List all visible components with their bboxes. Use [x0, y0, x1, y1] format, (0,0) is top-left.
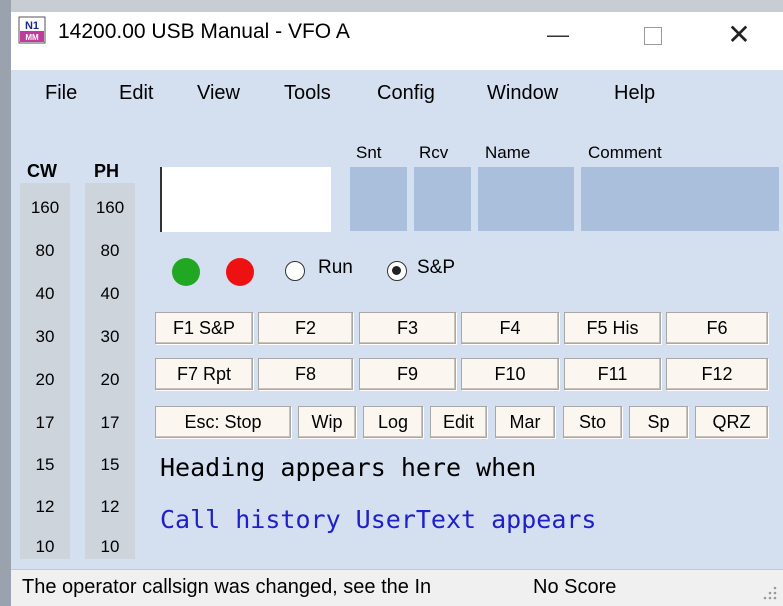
close-button[interactable]: ✕: [717, 16, 761, 56]
spot-button[interactable]: Sp: [629, 406, 688, 438]
ph-header: PH: [94, 161, 120, 181]
window-title: 14200.00 USB Manual - VFO A: [58, 20, 350, 43]
menu-help[interactable]: Help: [614, 82, 655, 105]
cw-band-40[interactable]: 40: [20, 284, 70, 304]
mark-button[interactable]: Mar: [495, 406, 555, 438]
cw-band-17[interactable]: 17: [20, 413, 70, 433]
ph-band-30[interactable]: 30: [85, 327, 135, 347]
comment-label: Comment: [588, 143, 662, 162]
f11-button[interactable]: F11: [564, 358, 661, 390]
sp-radio-label[interactable]: S&P: [417, 257, 455, 279]
ph-band-80[interactable]: 80: [85, 241, 135, 261]
heading-info-text: Heading appears here when: [160, 453, 537, 482]
edit-button[interactable]: Edit: [430, 406, 487, 438]
f9-button[interactable]: F9: [359, 358, 456, 390]
qrz-button[interactable]: QRZ: [695, 406, 768, 438]
f4-button[interactable]: F4: [461, 312, 559, 344]
rcv-label: Rcv: [419, 143, 449, 162]
callsign-input[interactable]: [160, 167, 331, 232]
ph-band-10[interactable]: 10: [85, 537, 135, 557]
maximize-button[interactable]: [632, 18, 672, 54]
ph-band-15[interactable]: 15: [85, 455, 135, 475]
sp-radio[interactable]: [387, 261, 407, 281]
ph-band-160[interactable]: 160: [85, 198, 135, 218]
name-field[interactable]: [478, 167, 574, 231]
red-status-led: [226, 258, 254, 286]
run-radio-label[interactable]: Run: [318, 257, 353, 279]
window-top-edge: [0, 0, 783, 12]
score-display: No Score: [533, 576, 617, 598]
window-left-edge: [0, 0, 11, 606]
f2-button[interactable]: F2: [258, 312, 353, 344]
menu-edit[interactable]: Edit: [119, 82, 153, 105]
f10-button[interactable]: F10: [461, 358, 559, 390]
f12-button[interactable]: F12: [666, 358, 768, 390]
n1mm-logo-icon: N1 MM: [18, 16, 46, 44]
wipe-button[interactable]: Wip: [298, 406, 356, 438]
f3-button[interactable]: F3: [359, 312, 456, 344]
menu-config[interactable]: Config: [377, 82, 435, 105]
menu-file[interactable]: File: [45, 82, 77, 105]
maximize-icon: [644, 27, 662, 45]
green-status-led: [172, 258, 200, 286]
svg-text:N1: N1: [25, 20, 39, 32]
cw-band-20[interactable]: 20: [20, 370, 70, 390]
f7-button[interactable]: F7 Rpt: [155, 358, 253, 390]
status-message: The operator callsign was changed, see t…: [22, 576, 432, 598]
f6-button[interactable]: F6: [666, 312, 768, 344]
sp-radio-selected-dot: [392, 266, 401, 275]
ph-band-20[interactable]: 20: [85, 370, 135, 390]
resize-grip-icon[interactable]: [760, 583, 778, 601]
cw-band-10[interactable]: 10: [20, 537, 70, 557]
ph-band-17[interactable]: 17: [85, 413, 135, 433]
menu-window[interactable]: Window: [487, 82, 558, 105]
ph-band-12[interactable]: 12: [85, 497, 135, 517]
snt-label: Snt: [356, 143, 382, 162]
run-radio[interactable]: [285, 261, 305, 281]
store-button[interactable]: Sto: [563, 406, 622, 438]
f8-button[interactable]: F8: [258, 358, 353, 390]
cw-band-12[interactable]: 12: [20, 497, 70, 517]
call-history-text: Call history UserText appears: [160, 505, 597, 534]
menu-view[interactable]: View: [197, 82, 240, 105]
cw-band-160[interactable]: 160: [20, 198, 70, 218]
snt-field[interactable]: [350, 167, 407, 231]
esc-stop-button[interactable]: Esc: Stop: [155, 406, 291, 438]
svg-text:MM: MM: [25, 33, 39, 42]
cw-band-15[interactable]: 15: [20, 455, 70, 475]
cw-band-80[interactable]: 80: [20, 241, 70, 261]
cw-band-30[interactable]: 30: [20, 327, 70, 347]
minimize-button[interactable]: —: [540, 18, 576, 54]
name-label: Name: [485, 143, 531, 162]
menu-tools[interactable]: Tools: [284, 82, 331, 105]
comment-field[interactable]: [581, 167, 779, 231]
f5-button[interactable]: F5 His: [564, 312, 661, 344]
log-button[interactable]: Log: [363, 406, 423, 438]
ph-band-40[interactable]: 40: [85, 284, 135, 304]
cw-header: CW: [27, 161, 57, 181]
f1-button[interactable]: F1 S&P: [155, 312, 253, 344]
rcv-field[interactable]: [414, 167, 471, 231]
